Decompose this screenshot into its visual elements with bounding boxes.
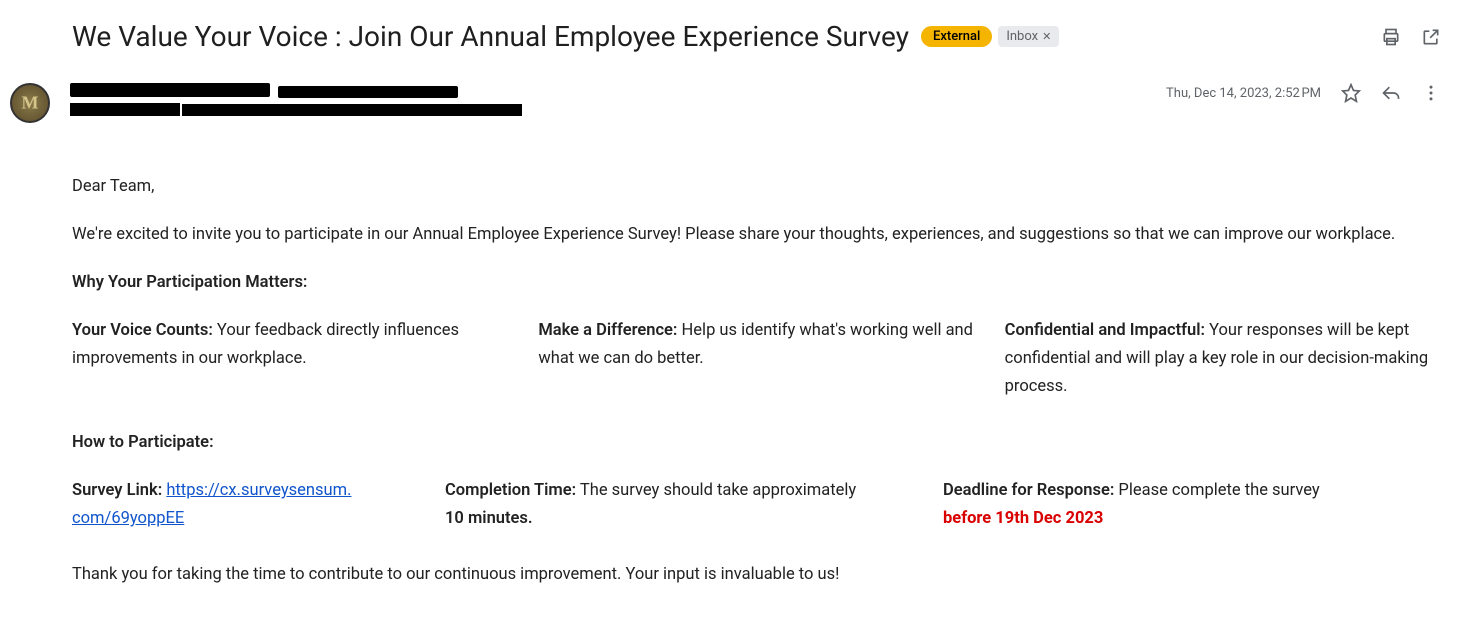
star-icon[interactable]	[1341, 83, 1361, 103]
how-col-deadline: Deadline for Response: Please complete t…	[943, 477, 1441, 533]
how-col-survey: Survey Link: https://cx.surveysensum. com…	[72, 477, 427, 533]
inbox-label-chip[interactable]: Inbox ✕	[998, 26, 1059, 47]
why-columns: Your Voice Counts: Your feedback directl…	[72, 317, 1441, 401]
email-body: Dear Team, We're excited to invite you t…	[10, 173, 1451, 589]
how-columns: Survey Link: https://cx.surveysensum. com…	[72, 477, 1441, 533]
email-header-row: We Value Your Voice : Join Our Annual Em…	[10, 20, 1451, 53]
completion-time-text: The survey should take approximately	[576, 481, 856, 500]
thanks-text: Thank you for taking the time to contrib…	[72, 561, 1441, 589]
reply-icon[interactable]	[1381, 83, 1401, 103]
header-actions	[1381, 27, 1451, 47]
why-col-3-title: Confidential and Impactful:	[1005, 321, 1205, 340]
external-badge: External	[921, 26, 992, 47]
email-meta-row: Thu, Dec 14, 2023, 2:52 PM	[10, 83, 1451, 123]
deadline-date: before 19th Dec 2023	[943, 509, 1103, 528]
redacted-sender-email	[278, 86, 458, 98]
email-timestamp: Thu, Dec 14, 2023, 2:52 PM	[1166, 86, 1321, 101]
greeting-text: Dear Team,	[72, 173, 1441, 201]
email-subject: We Value Your Voice : Join Our Annual Em…	[72, 20, 909, 53]
redacted-sender-name	[70, 83, 270, 97]
why-col-1-title: Your Voice Counts:	[72, 321, 213, 340]
inbox-label-text: Inbox	[1006, 29, 1038, 44]
completion-time-strong: 10 minutes.	[445, 509, 533, 528]
meta-right: Thu, Dec 14, 2023, 2:52 PM	[1166, 83, 1451, 103]
remove-label-icon[interactable]: ✕	[1042, 30, 1051, 43]
redacted-recipients-b	[182, 104, 522, 116]
survey-link-text-b: com/69yoppEE	[72, 509, 184, 528]
why-heading: Why Your Participation Matters:	[72, 269, 1441, 297]
why-col-2-title: Make a Difference:	[538, 321, 677, 340]
intro-text: We're excited to invite you to participa…	[72, 221, 1441, 249]
print-icon[interactable]	[1381, 27, 1401, 47]
deadline-title: Deadline for Response:	[943, 481, 1114, 500]
sender-block	[70, 83, 522, 116]
redacted-recipients-a	[70, 103, 180, 116]
more-icon[interactable]	[1421, 83, 1441, 103]
how-col-time: Completion Time: The survey should take …	[445, 477, 925, 533]
completion-time-title: Completion Time:	[445, 481, 576, 500]
sender-avatar[interactable]	[10, 83, 50, 123]
open-new-window-icon[interactable]	[1421, 27, 1441, 47]
deadline-text: Please complete the survey	[1114, 481, 1319, 500]
why-col-3: Confidential and Impactful: Your respons…	[1005, 317, 1441, 401]
survey-link-text-a: https://cx.surveysensum.	[166, 481, 351, 500]
why-col-2: Make a Difference: Help us identify what…	[538, 317, 974, 401]
survey-link-title: Survey Link:	[72, 481, 162, 500]
why-col-1: Your Voice Counts: Your feedback directl…	[72, 317, 508, 401]
how-heading: How to Participate:	[72, 429, 1441, 457]
